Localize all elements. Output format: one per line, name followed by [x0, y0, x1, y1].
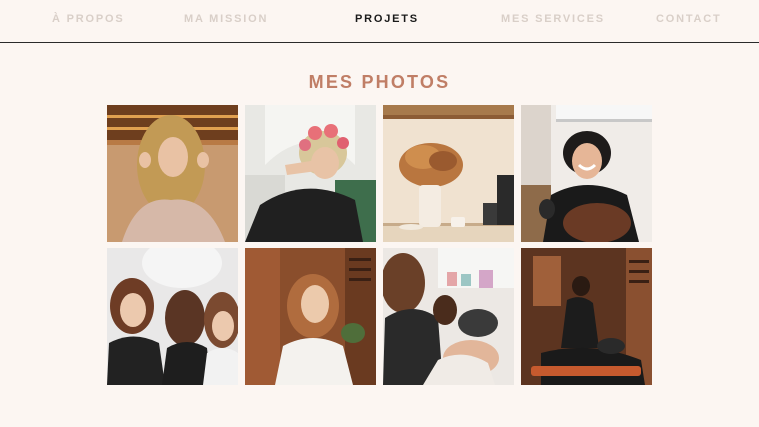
photo-hair-washing[interactable] [521, 248, 652, 385]
nav-link-mes-services[interactable]: MES SERVICES [501, 13, 605, 25]
gallery-title: MES PHOTOS [308, 72, 451, 93]
nav-link-projets[interactable]: PROJETS [355, 13, 419, 25]
photo-curly-hair-portrait[interactable] [245, 248, 376, 385]
photo-three-women-group[interactable] [107, 248, 238, 385]
nav-link-a-propos[interactable]: À PROPOS [52, 13, 124, 25]
photo-hair-drying[interactable] [383, 248, 514, 385]
top-navigation: À PROPOS MA MISSION PROJETS MES SERVICES… [0, 0, 759, 43]
nav-link-ma-mission[interactable]: MA MISSION [184, 13, 268, 25]
photo-dried-flowers-shelf[interactable] [383, 105, 514, 242]
photo-woman-hair-portrait[interactable] [107, 105, 238, 242]
nav-link-contact[interactable]: CONTACT [656, 13, 722, 25]
photo-client-with-rollers[interactable] [245, 105, 376, 242]
photo-stylist-laughing[interactable] [521, 105, 652, 242]
